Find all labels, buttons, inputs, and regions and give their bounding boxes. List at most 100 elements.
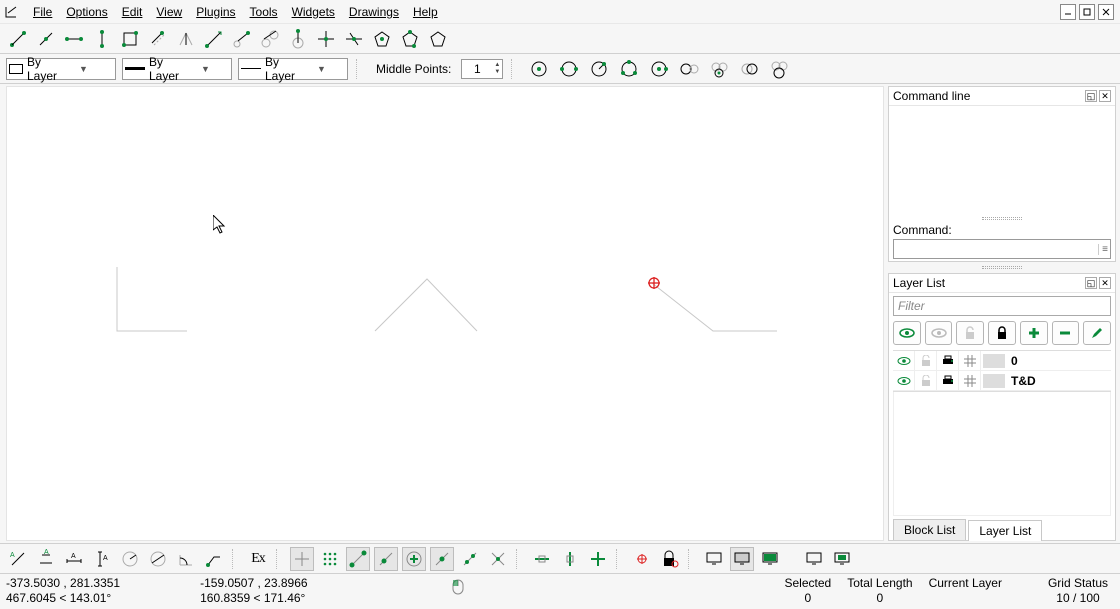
circle-tan3-icon[interactable] bbox=[707, 57, 731, 81]
circle-inscr-icon[interactable] bbox=[767, 57, 791, 81]
preview-fill-icon[interactable] bbox=[830, 547, 854, 571]
drawing-canvas[interactable] bbox=[6, 86, 884, 541]
dim-angular-icon[interactable] bbox=[174, 547, 198, 571]
line-bisector-icon[interactable] bbox=[174, 27, 198, 51]
snap-middle-icon[interactable] bbox=[430, 547, 454, 571]
line-free-icon[interactable] bbox=[342, 27, 366, 51]
dim-aligned-icon[interactable]: A bbox=[6, 547, 30, 571]
lock-relzero-icon[interactable] bbox=[658, 547, 682, 571]
panel-close-icon[interactable]: ✕ bbox=[1099, 277, 1111, 289]
circle-tan2-icon[interactable] bbox=[677, 57, 701, 81]
layer-unlock-button[interactable] bbox=[956, 321, 984, 345]
layer-add-button[interactable] bbox=[1020, 321, 1048, 345]
line-horiz-icon[interactable] bbox=[62, 27, 86, 51]
menu-options[interactable]: Options bbox=[59, 3, 114, 21]
color-combo[interactable]: By Layer▼ bbox=[6, 58, 116, 80]
layer-hideall-button[interactable] bbox=[925, 321, 953, 345]
preview-color-icon[interactable] bbox=[758, 547, 782, 571]
layer-row[interactable]: T&D bbox=[893, 371, 1111, 391]
line-tangent-icon[interactable] bbox=[202, 27, 226, 51]
tab-layer-list[interactable]: Layer List bbox=[968, 520, 1042, 541]
maximize-button[interactable] bbox=[1079, 4, 1095, 20]
print-icon[interactable] bbox=[937, 371, 959, 390]
command-history-icon[interactable]: ≡ bbox=[1098, 244, 1108, 255]
middle-points-value[interactable] bbox=[462, 60, 492, 78]
snap-center-icon[interactable] bbox=[402, 547, 426, 571]
lock-icon[interactable] bbox=[915, 371, 937, 390]
layer-edit-button[interactable] bbox=[1083, 321, 1111, 345]
menu-file[interactable]: File bbox=[26, 3, 59, 21]
layer-lock-button[interactable] bbox=[988, 321, 1016, 345]
polygon-icon[interactable] bbox=[426, 27, 450, 51]
construction-icon[interactable] bbox=[959, 371, 981, 390]
explode-text-icon[interactable]: Ex bbox=[246, 547, 270, 571]
eye-icon[interactable] bbox=[893, 351, 915, 370]
dim-radial-icon[interactable] bbox=[118, 547, 142, 571]
snap-distance-icon[interactable] bbox=[458, 547, 482, 571]
lock-icon[interactable] bbox=[915, 351, 937, 370]
menu-help[interactable]: Help bbox=[406, 3, 445, 21]
print-icon[interactable] bbox=[937, 351, 959, 370]
menu-tools[interactable]: Tools bbox=[243, 3, 285, 21]
middle-points-spinner[interactable]: ▲▼ bbox=[461, 59, 503, 79]
menu-view[interactable]: View bbox=[149, 3, 189, 21]
restrict-ortho-icon[interactable] bbox=[586, 547, 610, 571]
dim-linear-icon[interactable]: A bbox=[34, 547, 58, 571]
snap-on-entity-icon[interactable] bbox=[374, 547, 398, 571]
circle-2pt-rad-icon[interactable] bbox=[587, 57, 611, 81]
layer-row[interactable]: 0 bbox=[893, 351, 1111, 371]
mouse-hint-icon bbox=[449, 576, 467, 598]
snap-intersection-icon[interactable] bbox=[486, 547, 510, 571]
line-relangle-icon[interactable] bbox=[314, 27, 338, 51]
line-2pt-icon[interactable] bbox=[6, 27, 30, 51]
menu-widgets[interactable]: Widgets bbox=[285, 3, 342, 21]
line-tangent2-icon[interactable] bbox=[230, 27, 254, 51]
line-tangent-circ-icon[interactable] bbox=[258, 27, 282, 51]
panel-close-icon[interactable]: ✕ bbox=[1099, 90, 1111, 102]
restrict-horiz-icon[interactable] bbox=[530, 547, 554, 571]
circle-3pt-icon[interactable] bbox=[617, 57, 641, 81]
splitter-handle[interactable] bbox=[888, 265, 1116, 270]
linetype-combo[interactable]: By Layer▼ bbox=[238, 58, 348, 80]
menu-plugins[interactable]: Plugins bbox=[189, 3, 242, 21]
layer-showall-button[interactable] bbox=[893, 321, 921, 345]
preview-off-icon[interactable] bbox=[702, 547, 726, 571]
polygon-cor-icon[interactable] bbox=[398, 27, 422, 51]
line-parallel-icon[interactable] bbox=[146, 27, 170, 51]
snap-free-icon[interactable] bbox=[290, 547, 314, 571]
menu-edit[interactable]: Edit bbox=[115, 3, 150, 21]
linewidth-combo[interactable]: By Layer▼ bbox=[122, 58, 232, 80]
panel-undock-icon[interactable]: ◱ bbox=[1085, 90, 1097, 102]
circle-conc-icon[interactable] bbox=[737, 57, 761, 81]
layer-remove-button[interactable] bbox=[1052, 321, 1080, 345]
close-button[interactable] bbox=[1098, 4, 1114, 20]
construction-icon[interactable] bbox=[959, 351, 981, 370]
line-vert-icon[interactable] bbox=[90, 27, 114, 51]
restrict-vert-icon[interactable] bbox=[558, 547, 582, 571]
polygon-cen-icon[interactable] bbox=[370, 27, 394, 51]
rectangle-icon[interactable] bbox=[118, 27, 142, 51]
preview-bw-icon[interactable] bbox=[730, 547, 754, 571]
snap-endpoint-icon[interactable] bbox=[346, 547, 370, 571]
minimize-button[interactable] bbox=[1060, 4, 1076, 20]
layer-color-swatch[interactable] bbox=[983, 374, 1005, 388]
snap-grid-icon[interactable] bbox=[318, 547, 342, 571]
circle-center-icon[interactable] bbox=[527, 57, 551, 81]
menu-drawings[interactable]: Drawings bbox=[342, 3, 406, 21]
relative-zero-icon[interactable] bbox=[630, 547, 654, 571]
panel-undock-icon[interactable]: ◱ bbox=[1085, 277, 1097, 289]
layer-filter-input[interactable]: Filter bbox=[893, 296, 1111, 316]
circle-tan-icon[interactable] bbox=[647, 57, 671, 81]
dim-leader-icon[interactable] bbox=[202, 547, 226, 571]
preview-off2-icon[interactable] bbox=[802, 547, 826, 571]
command-input[interactable]: ≡ bbox=[893, 239, 1111, 259]
line-angle-icon[interactable] bbox=[34, 27, 58, 51]
tab-block-list[interactable]: Block List bbox=[893, 519, 966, 540]
dim-diam-icon[interactable] bbox=[146, 547, 170, 571]
dim-vert-icon[interactable]: A bbox=[90, 547, 114, 571]
line-orthog-icon[interactable] bbox=[286, 27, 310, 51]
circle-2pt-icon[interactable] bbox=[557, 57, 581, 81]
layer-color-swatch[interactable] bbox=[983, 354, 1005, 368]
dim-horiz-icon[interactable]: A bbox=[62, 547, 86, 571]
eye-icon[interactable] bbox=[893, 371, 915, 390]
